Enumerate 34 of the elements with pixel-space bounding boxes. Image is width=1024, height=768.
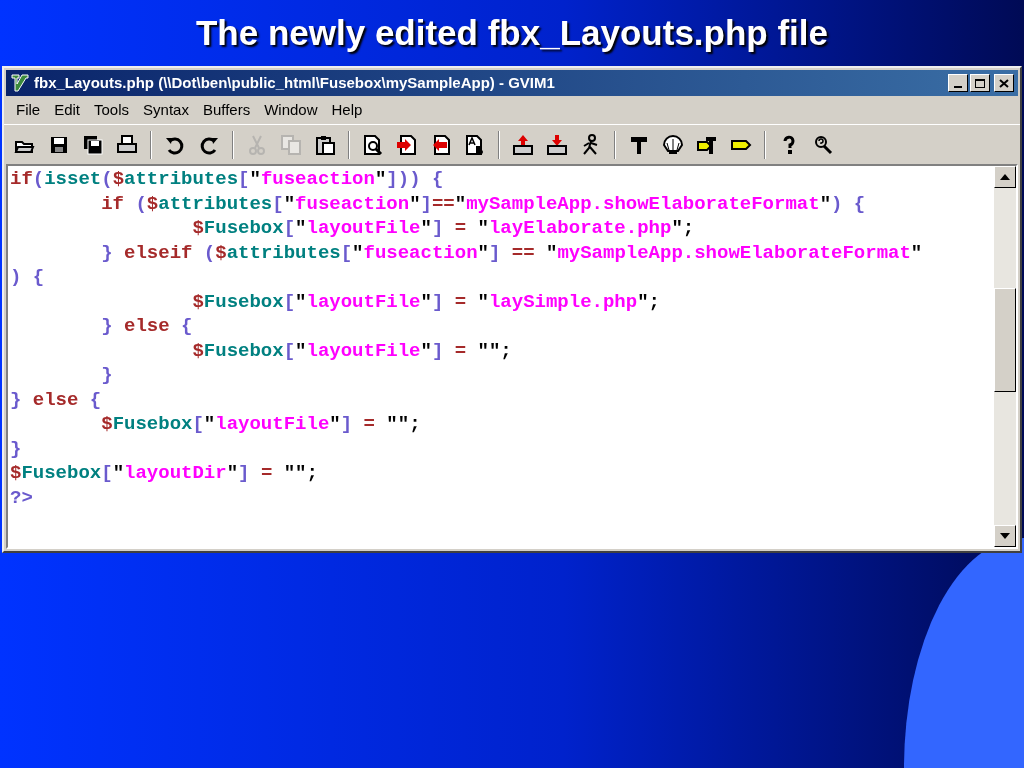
slide-title: The newly edited fbx_Layouts.php file bbox=[195, 11, 828, 54]
menu-item[interactable]: Help bbox=[325, 98, 369, 122]
code-line: } bbox=[10, 436, 23, 461]
menu-item[interactable]: Syntax bbox=[137, 98, 195, 122]
code-line: ) { bbox=[10, 265, 46, 290]
scrollbar-thumb[interactable] bbox=[994, 288, 1016, 392]
up-arrow-icon bbox=[1000, 174, 1010, 180]
close-button[interactable] bbox=[994, 74, 1014, 92]
code-line: $Fusebox["layoutFile"] = ""; bbox=[191, 338, 513, 363]
window-title: fbx_Layouts.php (\\Dot\ben\public_html\Fusebox\mySampleApp) - GVIM1 bbox=[34, 72, 555, 93]
code-line: if ($attributes["fuseaction"]=="mySampleApp.showElaborateFormat") { bbox=[100, 191, 867, 216]
menu-item[interactable]: File bbox=[10, 98, 47, 122]
maximize-button[interactable] bbox=[970, 74, 990, 92]
code-line: if(isset($attributes["fuseaction"])) { bbox=[10, 167, 445, 192]
code-line: } bbox=[100, 363, 114, 388]
menu-item[interactable]: Tools bbox=[88, 98, 136, 122]
down-arrow-icon bbox=[1000, 533, 1010, 539]
scroll-down-button[interactable] bbox=[994, 525, 1016, 547]
close-icon bbox=[999, 78, 1009, 88]
vertical-scrollbar[interactable] bbox=[994, 166, 1016, 547]
scroll-up-button[interactable] bbox=[994, 166, 1016, 188]
code-line: } else { bbox=[10, 387, 103, 412]
code-line: ?> bbox=[10, 485, 34, 510]
vim-logo-icon bbox=[10, 73, 30, 93]
menu-item[interactable]: Window bbox=[258, 98, 324, 122]
code-line: } else { bbox=[100, 314, 194, 339]
code-line: } elseif ($attributes["fuseaction"] == "mySampleApp.showElaborateFormat" bbox=[100, 240, 924, 265]
menu-item[interactable]: Buffers bbox=[196, 98, 257, 122]
code-line: $Fusebox["layoutFile"] = ""; bbox=[100, 412, 422, 437]
code-line: $Fusebox["layoutDir"] = ""; bbox=[10, 461, 319, 486]
menu-item[interactable]: Edit bbox=[48, 98, 87, 122]
minimize-button[interactable] bbox=[948, 74, 968, 92]
code-line: $Fusebox["layoutFile"] = "layElaborate.php"; bbox=[191, 216, 696, 241]
code-line: $Fusebox["layoutFile"] = "laySimple.php"; bbox=[191, 289, 661, 314]
